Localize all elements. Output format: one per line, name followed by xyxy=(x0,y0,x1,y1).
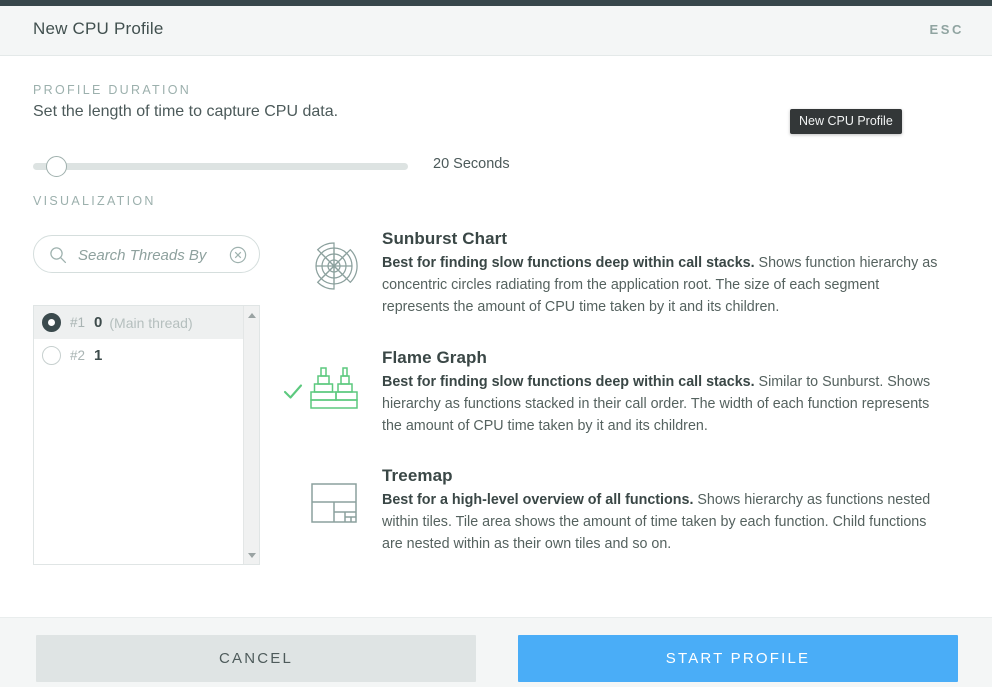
thread-list-scrollbar[interactable] xyxy=(243,306,259,564)
start-profile-button[interactable]: START PROFILE xyxy=(518,635,958,682)
scroll-down-arrow-icon[interactable] xyxy=(244,547,259,563)
cancel-button[interactable]: CANCEL xyxy=(36,635,476,682)
slider-thumb[interactable] xyxy=(46,156,67,177)
thread-index: #1 xyxy=(70,315,86,330)
checkmark-icon xyxy=(283,382,303,402)
flame-graph-icon xyxy=(305,356,363,414)
dialog-header: New CPU Profile ESC xyxy=(0,6,992,56)
page-title: New CPU Profile xyxy=(33,19,164,38)
radio-selected-icon[interactable] xyxy=(42,313,61,332)
dialog-footer: CANCEL START PROFILE xyxy=(0,617,992,687)
treemap-lede: Best for a high-level overview of all fu… xyxy=(382,492,694,508)
new-cpu-profile-tooltip: New CPU Profile xyxy=(790,109,902,134)
thread-id: 0 xyxy=(94,314,103,331)
sunburst-lede: Best for finding slow functions deep wit… xyxy=(382,255,755,271)
treemap-text-block: Treemap Best for a high-level overview o… xyxy=(382,466,944,555)
thread-index: #2 xyxy=(70,348,86,363)
sunburst-title: Sunburst Chart xyxy=(382,229,508,248)
sunburst-description: Best for finding slow functions deep wit… xyxy=(382,252,944,318)
radio-unselected-icon[interactable] xyxy=(42,346,61,365)
profile-duration-label: PROFILE DURATION xyxy=(33,83,192,97)
visualization-label: VISUALIZATION xyxy=(33,194,156,208)
search-icon xyxy=(49,246,67,264)
thread-note: (Main thread) xyxy=(109,314,193,331)
thread-search-box[interactable] xyxy=(33,235,260,274)
scroll-up-arrow-icon[interactable] xyxy=(244,307,259,323)
dialog-content: PROFILE DURATION Set the length of time … xyxy=(0,57,992,617)
thread-id: 1 xyxy=(94,347,103,364)
flame-graph-lede: Best for finding slow functions deep wit… xyxy=(382,374,755,390)
scrollbar-thumb[interactable] xyxy=(245,323,259,381)
profile-duration-description: Set the length of time to capture CPU da… xyxy=(33,103,339,120)
treemap-icon xyxy=(305,474,363,532)
new-cpu-profile-dialog: New CPU Profile ESC PROFILE DURATION Set… xyxy=(0,0,992,687)
slider-track[interactable] xyxy=(33,163,408,170)
thread-list-item[interactable]: #2 1 xyxy=(34,339,244,372)
thread-list-item[interactable]: #1 0 (Main thread) xyxy=(34,306,244,339)
sunburst-chart-icon xyxy=(305,237,363,295)
flame-graph-text-block: Flame Graph Best for finding slow functi… xyxy=(382,348,944,437)
flame-graph-title: Flame Graph xyxy=(382,348,488,367)
clear-search-icon[interactable] xyxy=(229,246,247,264)
thread-rows: #1 0 (Main thread) #2 1 xyxy=(34,306,244,372)
slider-value-label: 20 Seconds xyxy=(433,156,510,172)
treemap-title: Treemap xyxy=(382,466,453,485)
sunburst-text-block: Sunburst Chart Best for finding slow fun… xyxy=(382,229,944,318)
profile-duration-slider[interactable]: 20 Seconds xyxy=(33,152,513,182)
thread-list[interactable]: #1 0 (Main thread) #2 1 xyxy=(33,305,260,565)
search-input[interactable] xyxy=(76,236,230,274)
esc-close-button[interactable]: ESC xyxy=(929,22,964,37)
treemap-description: Best for a high-level overview of all fu… xyxy=(382,489,944,555)
flame-graph-description: Best for finding slow functions deep wit… xyxy=(382,371,944,437)
